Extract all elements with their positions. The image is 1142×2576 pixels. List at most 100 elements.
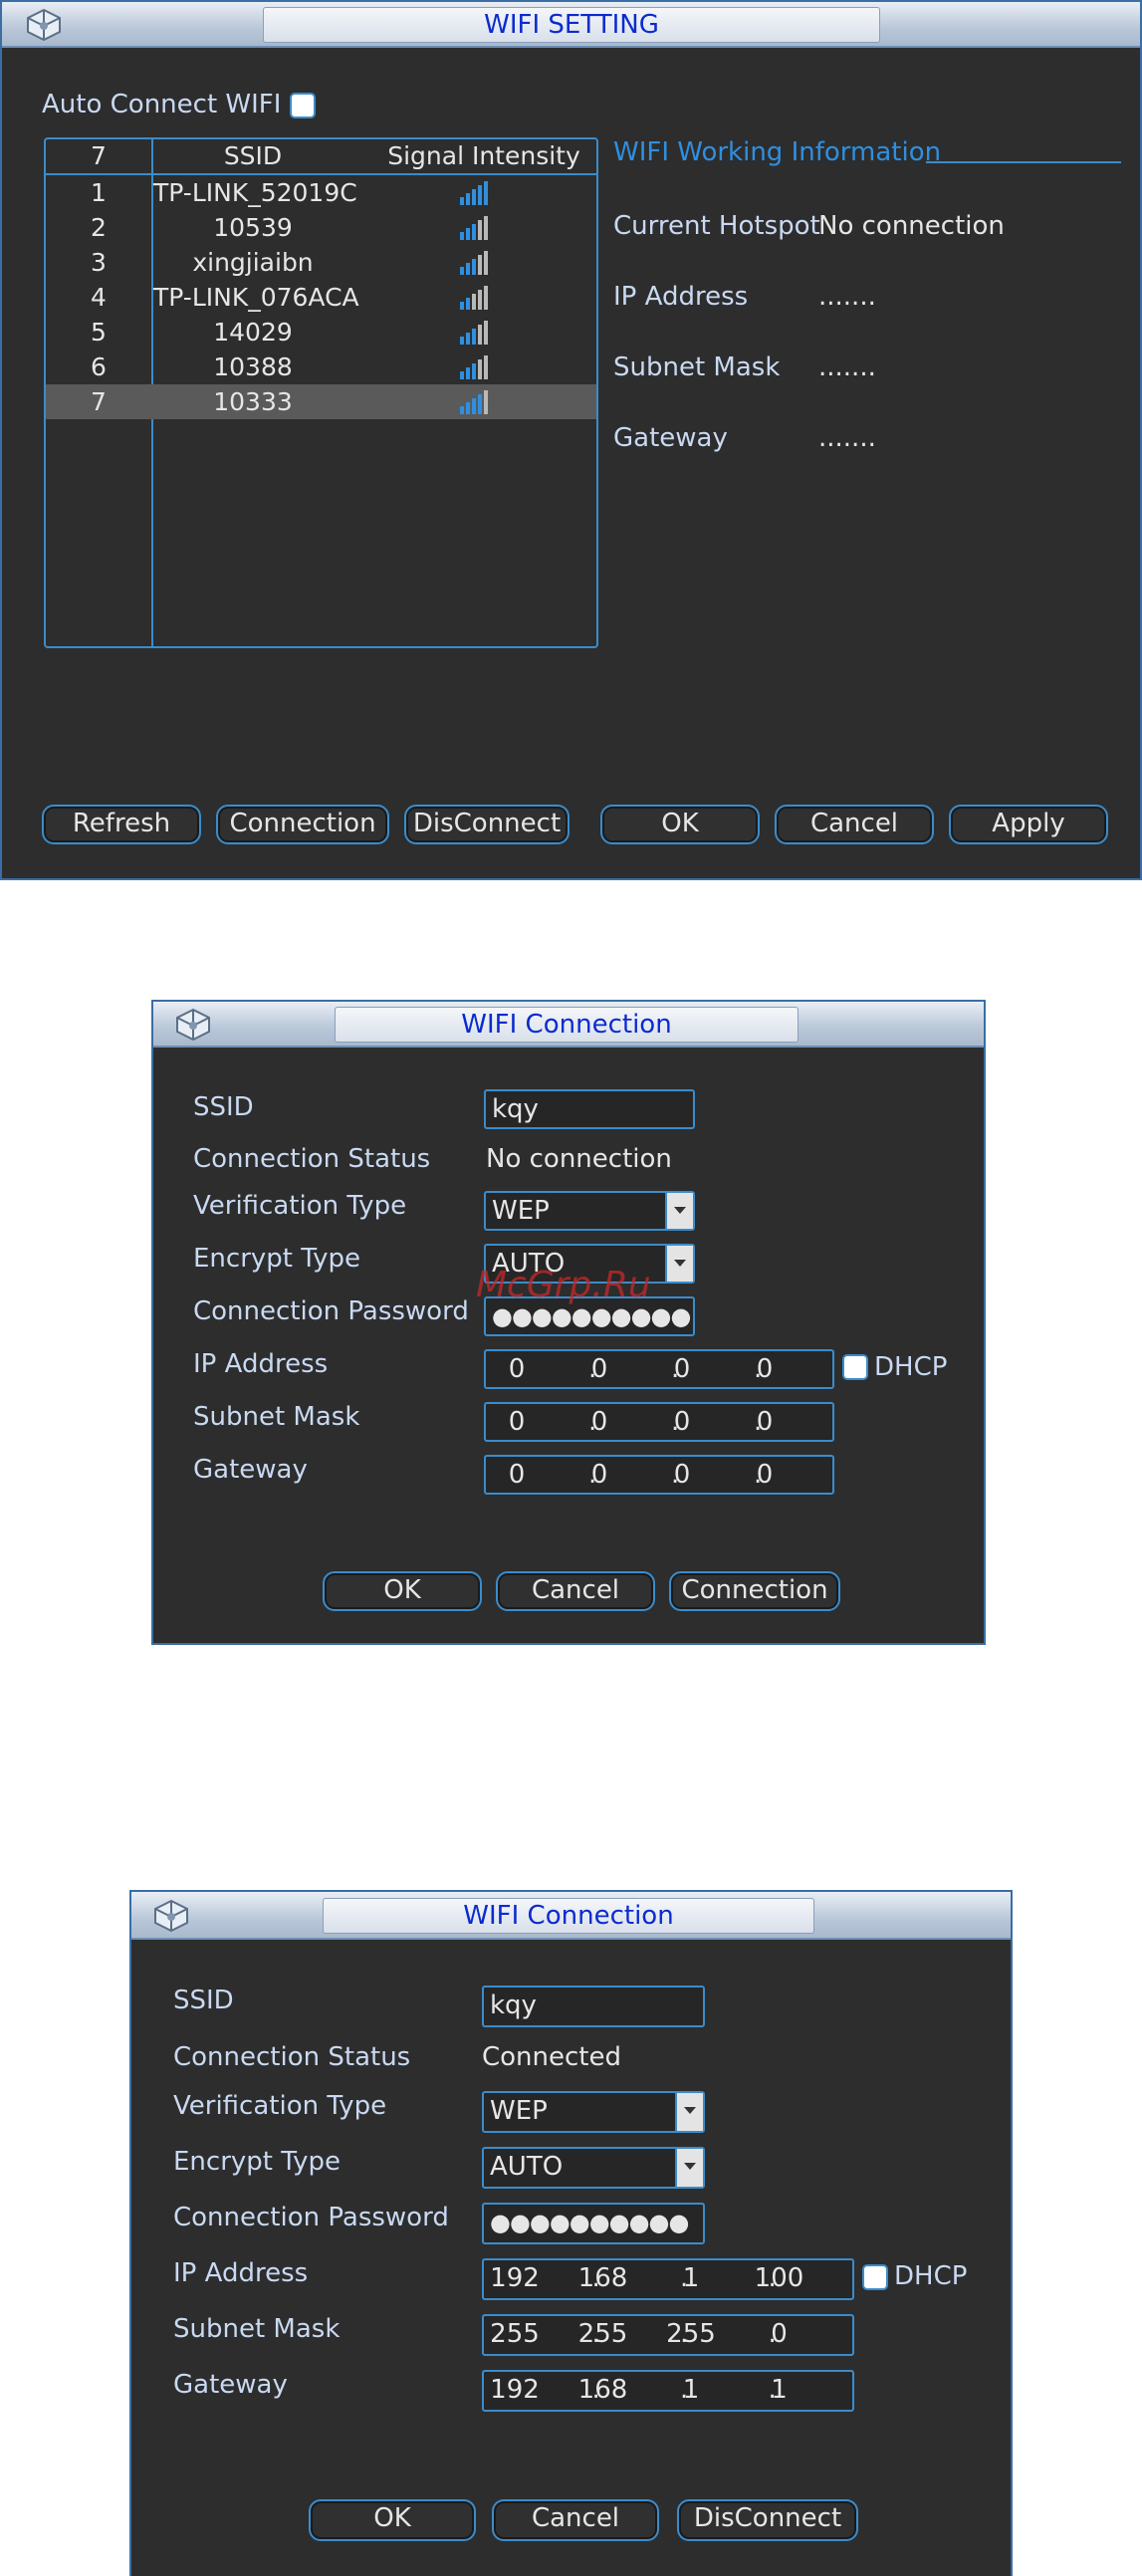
verification-type-select[interactable]: WEP (482, 2091, 705, 2133)
wifi-setting-window: WIFI SETTING Auto Connect WIFI 7 SSID Si… (0, 0, 1142, 880)
signal-bar (478, 255, 482, 275)
ok-button[interactable]: OK (600, 805, 760, 844)
verification-type-select[interactable]: WEP (484, 1191, 695, 1231)
signal-bar (484, 251, 488, 275)
chevron-down-icon[interactable] (675, 2093, 703, 2131)
list-item[interactable]: 5 14029 (46, 315, 596, 350)
subnet-mask-label: Subnet Mask (193, 1402, 360, 1432)
info-heading-underline (926, 161, 1121, 163)
ip-octet[interactable]: 0 (492, 1457, 542, 1493)
list-item[interactable]: 2 10539 (46, 210, 596, 245)
ip-address-label: IP Address (173, 2258, 309, 2288)
signal-bar (460, 197, 464, 205)
auto-connect-checkbox[interactable] (290, 93, 316, 118)
connection-button[interactable]: Connection (216, 805, 389, 844)
gateway-input[interactable]: 0.0.0.0 (484, 1455, 834, 1495)
ip-octet[interactable]: 255 (490, 2316, 540, 2352)
ip-octet[interactable]: 1 (666, 2260, 716, 2296)
signal-bar (484, 321, 488, 345)
ip-octet[interactable]: 192 (490, 2372, 540, 2408)
chevron-down-icon[interactable] (665, 1193, 693, 1229)
signal-bar (460, 371, 464, 379)
ok-button[interactable]: OK (323, 1571, 482, 1611)
signal-strength-icon (460, 390, 490, 414)
wifi-connection-window-1: WIFI Connection SSID kqy Connection Stat… (151, 1000, 986, 1645)
connection-password-input[interactable]: ●●●●●●●●●● (482, 2203, 705, 2244)
list-item[interactable]: 4 TP-LINK_076ACA (46, 280, 596, 315)
dhcp-checkbox[interactable] (862, 2264, 888, 2290)
list-item[interactable]: 1 TP-LINK_52019C (46, 175, 596, 210)
signal-bar (478, 220, 482, 240)
ip-octet[interactable]: 1 (755, 2372, 804, 2408)
ip-octet[interactable]: 192 (490, 2260, 540, 2296)
list-item[interactable]: 3 xingjiaibn (46, 245, 596, 280)
chevron-down-icon[interactable] (665, 1246, 693, 1282)
network-index: 6 (91, 352, 107, 381)
ip-octet[interactable]: 255 (666, 2316, 716, 2352)
title-bar: WIFI SETTING (2, 2, 1140, 48)
window-title: WIFI Connection (323, 1898, 814, 1934)
subnet-mask-input[interactable]: 255. 255. 255. 0 (482, 2314, 854, 2356)
network-list: 7 SSID Signal Intensity 1 TP-LINK_52019C 2… (44, 137, 598, 648)
password-mask: ●●●●●●●●●● (490, 2209, 689, 2236)
app-icon (171, 1006, 215, 1046)
ip-octet[interactable]: 100 (755, 2260, 804, 2296)
connection-status-value: No connection (486, 1144, 672, 1174)
connection-button[interactable]: Connection (669, 1571, 840, 1611)
signal-bar (466, 228, 470, 240)
ip-octet[interactable]: 0 (657, 1457, 707, 1493)
signal-strength-icon (460, 286, 490, 310)
ssid-input[interactable]: kqy (482, 1986, 705, 2027)
signal-bar (472, 363, 476, 379)
ip-octet[interactable]: 0 (574, 1351, 624, 1387)
window-title: WIFI SETTING (263, 7, 880, 43)
signal-bar (478, 325, 482, 345)
ip-octet[interactable]: 0 (574, 1457, 624, 1493)
ip-octet[interactable]: 0 (755, 2316, 804, 2352)
ip-octet[interactable]: 0 (492, 1351, 542, 1387)
ip-octet[interactable]: 0 (740, 1404, 790, 1440)
signal-bar (478, 359, 482, 379)
signal-bar (460, 302, 464, 310)
ip-octet[interactable]: 255 (578, 2316, 628, 2352)
ip-octet[interactable]: 0 (740, 1351, 790, 1387)
apply-button[interactable]: Apply (949, 805, 1108, 844)
list-item[interactable]: 7 10333 (46, 384, 596, 419)
encrypt-type-select[interactable]: AUTO (482, 2147, 705, 2189)
ssid-input[interactable]: kqy (484, 1089, 695, 1129)
watermark: McGrp.Ru (476, 1265, 651, 1305)
ip-octet[interactable]: 0 (574, 1404, 624, 1440)
cancel-button[interactable]: Cancel (496, 1571, 655, 1611)
list-header-ssid: SSID (223, 141, 283, 170)
ip-octet[interactable]: 0 (657, 1404, 707, 1440)
signal-bar (484, 181, 488, 205)
chevron-down-icon[interactable] (675, 2149, 703, 2187)
gateway-input[interactable]: 192. 168. 1. 1 (482, 2370, 854, 2412)
cancel-button[interactable]: Cancel (775, 805, 934, 844)
app-icon (149, 1897, 193, 1937)
ip-octet[interactable]: 0 (657, 1351, 707, 1387)
subnet-mask-input[interactable]: 0.0.0.0 (484, 1402, 834, 1442)
ip-address-input[interactable]: 192. 168. 1. 100 (482, 2258, 854, 2300)
ok-button[interactable]: OK (309, 2499, 476, 2541)
ip-octet[interactable]: 168 (578, 2372, 628, 2408)
ip-octet[interactable]: 0 (740, 1457, 790, 1493)
ip-octet[interactable]: 168 (578, 2260, 628, 2296)
ip-octet[interactable]: 1 (666, 2372, 716, 2408)
dhcp-label: DHCP (894, 2261, 968, 2291)
signal-bar (472, 294, 476, 310)
disconnect-button[interactable]: DisConnect (677, 2499, 858, 2541)
disconnect-button[interactable]: DisConnect (404, 805, 570, 844)
signal-bar (478, 394, 482, 414)
encrypt-type-value: AUTO (490, 2152, 564, 2182)
ip-address-label: IP Address (193, 1349, 329, 1379)
ip-octet[interactable]: 0 (492, 1404, 542, 1440)
signal-bar (484, 286, 488, 310)
refresh-button[interactable]: Refresh (42, 805, 201, 844)
ip-address-input[interactable]: 0.0.0.0 (484, 1349, 834, 1389)
dhcp-checkbox[interactable] (842, 1354, 868, 1380)
list-item[interactable]: 6 10388 (46, 350, 596, 384)
cancel-button[interactable]: Cancel (492, 2499, 659, 2541)
network-index: 1 (91, 178, 107, 207)
signal-bar (460, 337, 464, 345)
